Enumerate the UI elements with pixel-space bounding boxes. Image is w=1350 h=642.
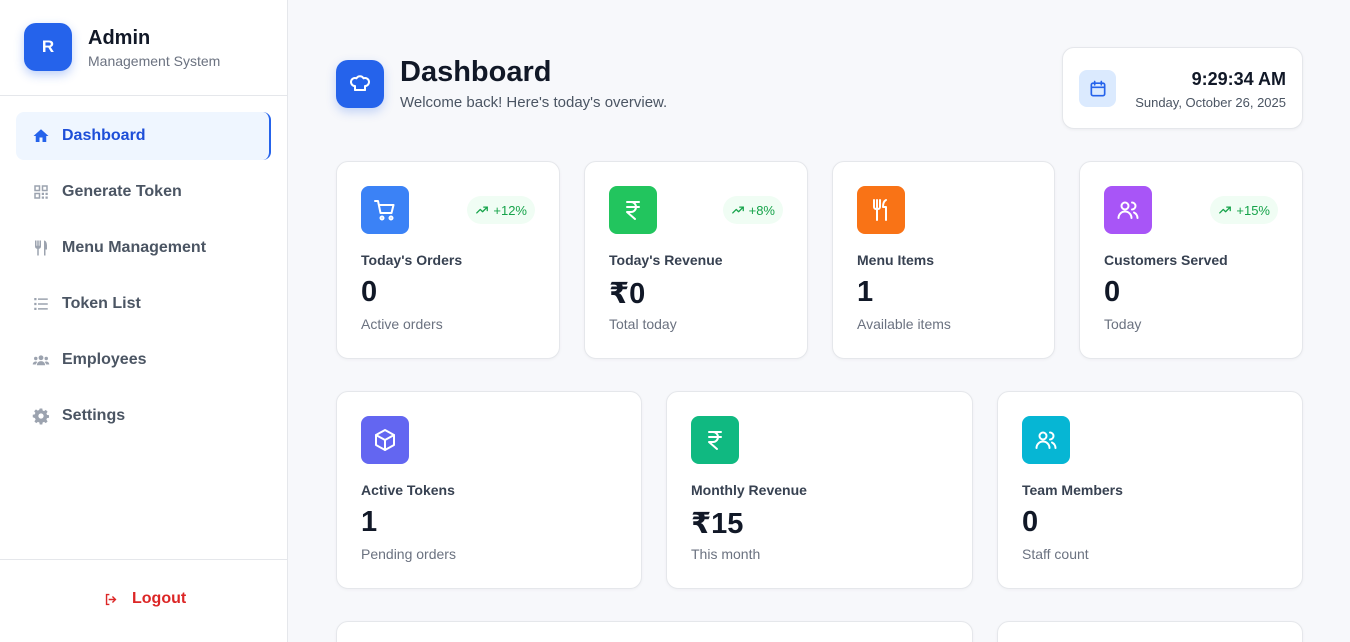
stat-card-monthly-revenue: Monthly Revenue ₹15 This month	[666, 391, 973, 589]
home-icon	[32, 127, 50, 145]
users-icon	[1022, 416, 1070, 464]
sidebar-item-label: Employees	[62, 351, 147, 368]
trending-up-icon	[1219, 206, 1232, 214]
sidebar-item-generate-token[interactable]: Generate Token	[16, 168, 271, 216]
sidebar-item-label: Dashboard	[62, 127, 146, 144]
stat-subtext: This month	[691, 546, 761, 562]
rupee-icon	[609, 186, 657, 234]
stat-card-active-tokens: Active Tokens 1 Pending orders	[336, 391, 642, 589]
stat-subtext: Pending orders	[361, 546, 456, 562]
stat-card-customers-served: +15% Customers Served 0 Today	[1079, 161, 1303, 359]
trending-up-icon	[731, 206, 744, 214]
gear-icon	[32, 407, 50, 425]
stat-subtext: Available items	[857, 316, 951, 332]
sidebar-item-label: Menu Management	[62, 239, 207, 256]
stat-card-todays-orders: +12% Today's Orders 0 Active orders	[336, 161, 560, 359]
calendar-icon	[1079, 70, 1116, 107]
stat-label: Team Members	[1022, 482, 1123, 498]
stat-value: 0	[1022, 506, 1039, 538]
utensils-icon	[32, 239, 50, 257]
trend-badge: +15%	[1210, 196, 1278, 224]
clock-time: 9:29:34 AM	[1191, 69, 1286, 89]
page-title: Dashboard	[400, 56, 552, 88]
brand-title: Admin	[88, 27, 151, 49]
clock-date: Sunday, October 26, 2025	[1135, 95, 1286, 110]
stat-value: ₹15	[691, 508, 744, 540]
sidebar-item-dashboard[interactable]: Dashboard	[16, 112, 271, 160]
rupee-icon	[691, 416, 739, 464]
sidebar-item-label: Token List	[62, 295, 141, 312]
trend-value: +8%	[748, 202, 775, 218]
trend-value: +12%	[493, 202, 527, 218]
brand-header: R Admin Management System	[0, 0, 287, 96]
logout-icon	[105, 593, 117, 605]
sidebar-item-settings[interactable]: Settings	[16, 392, 271, 440]
stat-card-todays-revenue: +8% Today's Revenue ₹0 Total today	[584, 161, 808, 359]
trending-up-icon	[476, 206, 489, 214]
sidebar-footer: Logout	[0, 559, 287, 642]
stat-label: Today's Orders	[361, 252, 463, 268]
stat-label: Today's Revenue	[609, 252, 723, 268]
stat-label: Active Tokens	[361, 482, 455, 498]
brand-logo: R	[24, 23, 72, 71]
page-subtitle: Welcome back! Here's today's overview.	[400, 94, 668, 111]
sidebar-nav: Dashboard Generate Token Menu Management…	[16, 112, 271, 448]
package-icon	[361, 416, 409, 464]
stat-subtext: Active orders	[361, 316, 443, 332]
sidebar: R Admin Management System Dashboard Gene…	[0, 0, 288, 642]
clock-card: 9:29:34 AM Sunday, October 26, 2025	[1062, 47, 1303, 129]
stat-value: ₹0	[609, 278, 646, 310]
stat-subtext: Staff count	[1022, 546, 1089, 562]
users-icon	[32, 351, 50, 369]
utensils-icon	[857, 186, 905, 234]
sidebar-item-menu-management[interactable]: Menu Management	[16, 224, 271, 272]
trend-badge: +8%	[722, 196, 783, 224]
list-icon	[32, 295, 50, 313]
stat-label: Customers Served	[1104, 252, 1228, 268]
cart-icon	[361, 186, 409, 234]
logout-button[interactable]: Logout	[103, 590, 186, 608]
stat-value: 1	[857, 276, 874, 308]
panel-card	[997, 621, 1303, 642]
chef-hat-icon	[336, 60, 384, 108]
panel-card	[336, 621, 973, 642]
stat-card-menu-items: Menu Items 1 Available items	[832, 161, 1055, 359]
stat-label: Menu Items	[857, 252, 935, 268]
stat-value: 1	[361, 506, 378, 538]
stat-subtext: Today	[1104, 316, 1142, 332]
stat-value: 0	[361, 276, 378, 308]
users-icon	[1104, 186, 1152, 234]
sidebar-item-label: Generate Token	[62, 183, 182, 200]
stat-value: 0	[1104, 276, 1121, 308]
qr-code-icon	[32, 183, 50, 201]
trend-badge: +12%	[467, 196, 535, 224]
stat-label: Monthly Revenue	[691, 482, 807, 498]
brand-subtitle: Management System	[88, 53, 221, 69]
logout-label: Logout	[132, 590, 187, 607]
sidebar-item-employees[interactable]: Employees	[16, 336, 271, 384]
stat-card-team-members: Team Members 0 Staff count	[997, 391, 1303, 589]
trend-value: +15%	[1236, 202, 1270, 218]
sidebar-item-label: Settings	[62, 407, 126, 424]
sidebar-item-token-list[interactable]: Token List	[16, 280, 271, 328]
stat-subtext: Total today	[609, 316, 677, 332]
